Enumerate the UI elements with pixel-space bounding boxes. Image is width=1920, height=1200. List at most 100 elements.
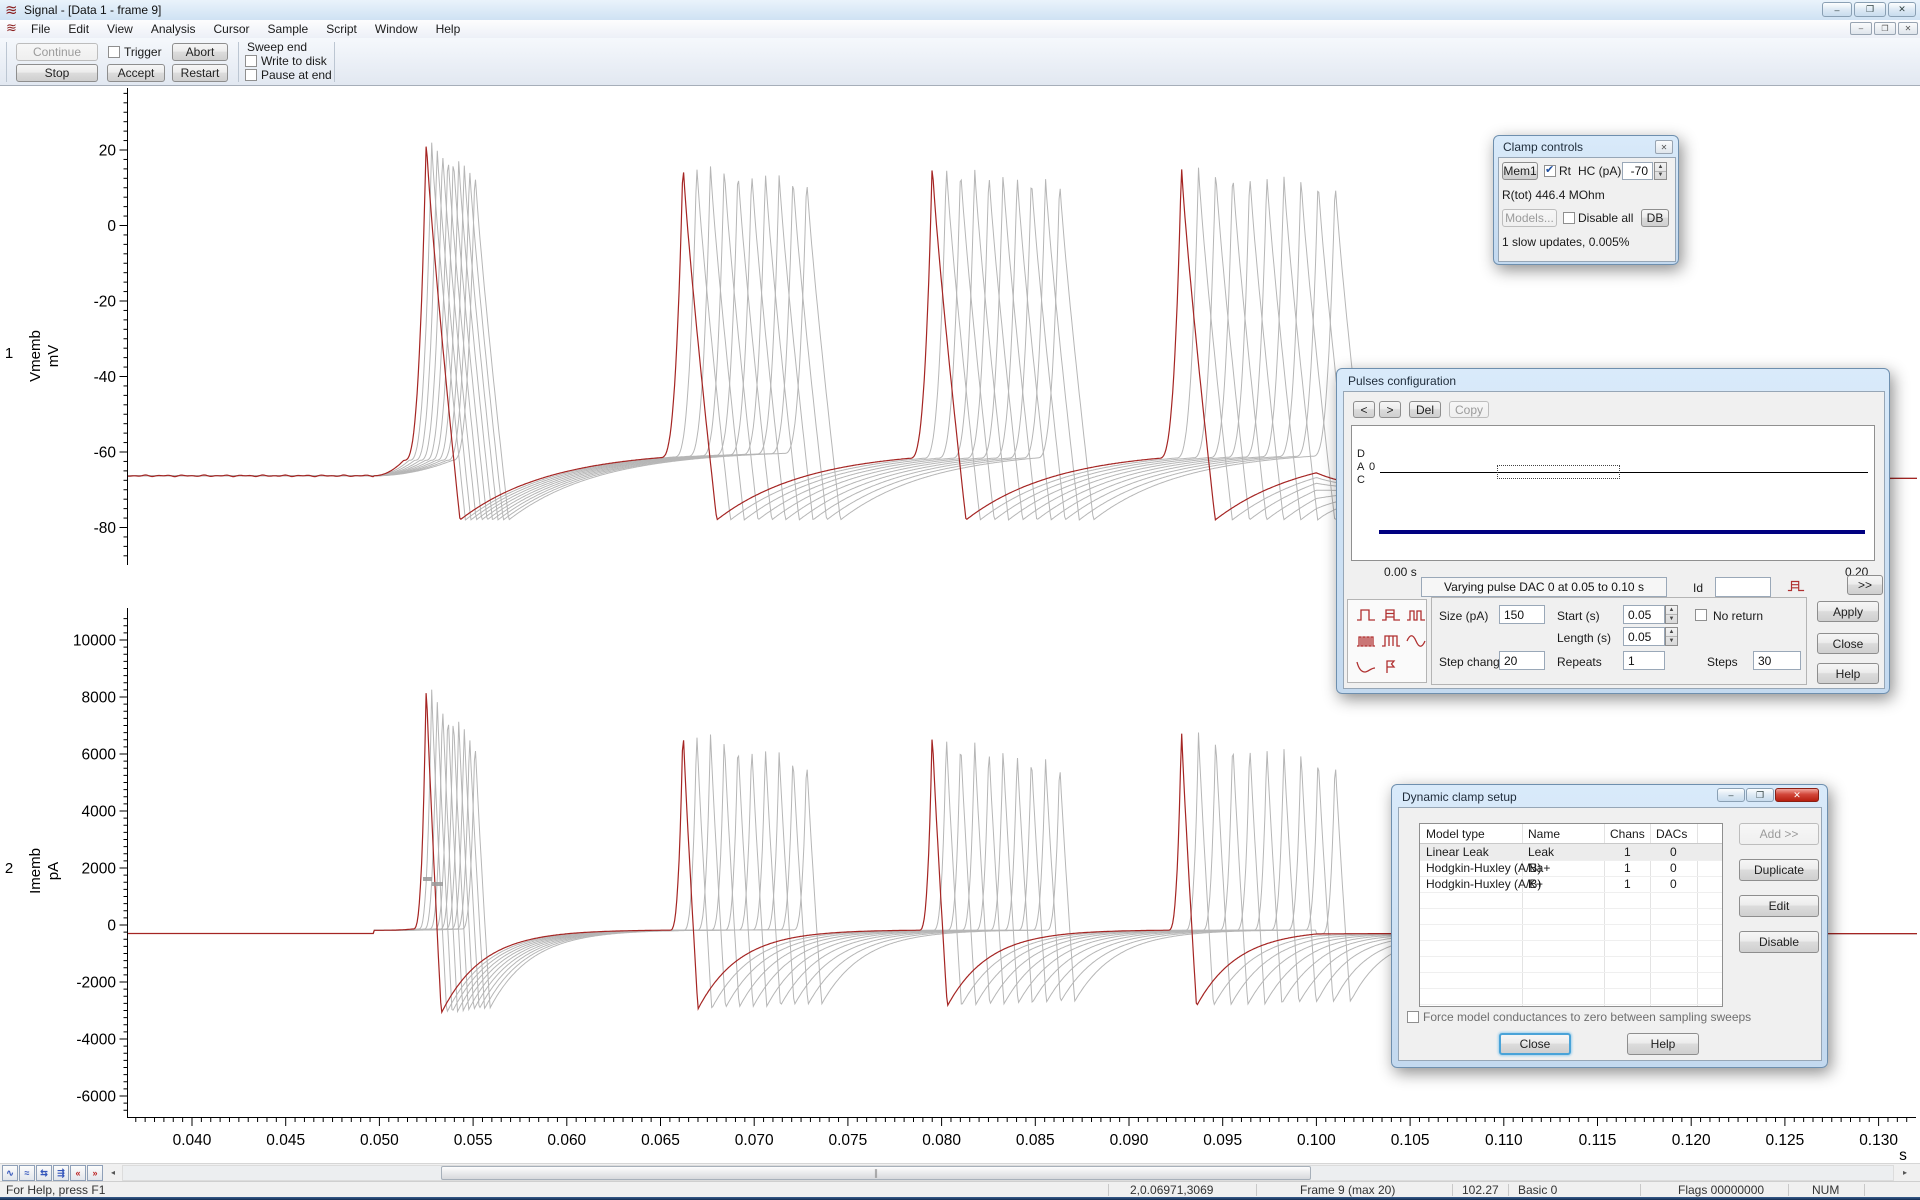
table-cell[interactable]: Leak: [1528, 845, 1554, 859]
dac-waveform-view[interactable]: D A C 0: [1351, 425, 1875, 561]
models-button[interactable]: Models...: [1502, 209, 1557, 227]
spin-up-icon[interactable]: ▲: [1666, 628, 1677, 637]
dac-letter: C: [1357, 474, 1365, 486]
table-cell[interactable]: 1: [1624, 861, 1631, 875]
pulse-id-input[interactable]: [1715, 577, 1771, 597]
table-cell[interactable]: 1: [1624, 877, 1631, 891]
row-gridline: [1420, 1004, 1723, 1005]
scroll-right-button[interactable]: ▸: [1898, 1165, 1912, 1180]
size-input[interactable]: 150: [1499, 605, 1545, 624]
x-scrollbar-thumb[interactable]: ∥: [441, 1166, 1311, 1180]
overdraw-frames-button[interactable]: ≈: [19, 1165, 35, 1181]
axis-tick-label: 0: [107, 218, 116, 235]
channel-label: Imemb: [27, 848, 44, 894]
dynamic-close-dialog-button[interactable]: Close: [1499, 1033, 1571, 1055]
table-cell[interactable]: 0: [1670, 845, 1677, 859]
pulses-close-button[interactable]: Close: [1817, 633, 1879, 654]
axis-tick-label: 0.095: [1203, 1132, 1242, 1149]
start-spinner[interactable]: ▲▼: [1665, 605, 1678, 624]
pulse-next-button[interactable]: >: [1379, 401, 1401, 418]
clamp-close-button[interactable]: ✕: [1655, 140, 1673, 154]
close-icon: ✕: [1793, 790, 1801, 801]
repeats-input[interactable]: 1: [1623, 651, 1665, 670]
table-cell[interactable]: 0: [1670, 877, 1677, 891]
column-header-name: Name: [1528, 827, 1560, 841]
dynamic-restore-button[interactable]: ❐: [1746, 788, 1774, 802]
frame-options-button[interactable]: ⇶: [53, 1165, 69, 1181]
holding-current-field[interactable]: -70: [1622, 162, 1653, 180]
force-zero-checkbox[interactable]: [1407, 1011, 1419, 1023]
mem1-button[interactable]: Mem1: [1502, 162, 1538, 180]
step-change-input[interactable]: 20: [1499, 651, 1545, 670]
next-frame-button[interactable]: »: [87, 1165, 103, 1181]
double-pulse-icon[interactable]: [1406, 607, 1426, 623]
selected-pulse-outline[interactable]: [1497, 465, 1620, 479]
edit-model-button[interactable]: Edit: [1739, 895, 1819, 917]
axis-tick-label: s: [1899, 1147, 1907, 1164]
restore-icon: ❐: [1756, 790, 1764, 801]
no-return-checkbox[interactable]: [1695, 609, 1707, 621]
db-button[interactable]: DB: [1641, 209, 1669, 227]
length-input[interactable]: 0.05: [1623, 627, 1665, 646]
sine-wave-icon[interactable]: [1406, 633, 1426, 649]
axis-tick-label: -4000: [76, 1032, 116, 1049]
start-input[interactable]: 0.05: [1623, 605, 1665, 624]
varying-amplitude-pulse-icon[interactable]: [1381, 607, 1401, 623]
add-model-button[interactable]: Add >>: [1739, 823, 1819, 845]
axis-tick-label: 0.110: [1485, 1132, 1523, 1149]
disable-all-checkbox[interactable]: [1563, 212, 1575, 224]
spin-up-icon[interactable]: ▲: [1655, 163, 1666, 172]
dynamic-close-button[interactable]: ✕: [1775, 788, 1819, 802]
length-spinner[interactable]: ▲▼: [1665, 627, 1678, 646]
rt-checkbox[interactable]: [1544, 165, 1556, 177]
disable-all-label: Disable all: [1578, 211, 1633, 225]
model-table[interactable]: Model typeNameChansDACsLinear LeakLeak10…: [1419, 823, 1723, 1007]
pulses-help-button[interactable]: Help: [1817, 663, 1879, 684]
dynamic-help-button[interactable]: Help: [1627, 1033, 1699, 1055]
holding-current-spinner[interactable]: ▲▼: [1654, 162, 1667, 180]
spin-up-icon[interactable]: ▲: [1666, 606, 1677, 615]
pulse-prev-button[interactable]: <: [1353, 401, 1375, 418]
status-flags: Flags 00000000: [1678, 1183, 1764, 1197]
table-cell[interactable]: Hodgkin-Huxley (A/B): [1426, 877, 1541, 891]
dynamic-clamp-dialog[interactable]: Dynamic clamp setup – ❐ ✕ Model typeName…: [1391, 784, 1828, 1068]
pulse-train-icon[interactable]: [1356, 633, 1376, 649]
expand-button[interactable]: >>: [1847, 575, 1883, 595]
signal-app-window: { "window": { "title": "Signal - [Data 1…: [0, 0, 1920, 1200]
pulse-id-label: Id: [1693, 581, 1703, 595]
table-cell[interactable]: 0: [1670, 861, 1677, 875]
decay-pulse-icon[interactable]: [1356, 659, 1376, 675]
scroll-left-button[interactable]: ◂: [106, 1165, 120, 1180]
previous-frame-button[interactable]: «: [70, 1165, 86, 1181]
axis-tick-label: 4000: [82, 804, 117, 821]
column-header-chans: Chans: [1610, 827, 1645, 841]
row-gridline: [1420, 940, 1723, 941]
pulse-copy-button[interactable]: Copy: [1449, 401, 1489, 418]
steps-input[interactable]: 30: [1753, 651, 1801, 670]
size-label: Size (pA): [1439, 609, 1488, 623]
apply-button[interactable]: Apply: [1817, 601, 1879, 622]
spin-down-icon[interactable]: ▼: [1666, 615, 1677, 623]
channel-label: mV: [45, 345, 62, 368]
table-cell[interactable]: Hodgkin-Huxley (A/B): [1426, 861, 1541, 875]
disable-model-button[interactable]: Disable: [1739, 931, 1819, 953]
spin-down-icon[interactable]: ▼: [1666, 637, 1677, 645]
clamp-controls-dialog[interactable]: Clamp controls ✕ Mem1 Rt HC (pA) -70 ▲▼ …: [1493, 135, 1679, 265]
varying-duration-pulse-icon[interactable]: [1381, 633, 1401, 649]
exchange-frames-button[interactable]: ⇆: [36, 1165, 52, 1181]
pulses-configuration-dialog[interactable]: Pulses configuration < > Del Copy D A C …: [1336, 368, 1890, 694]
marker-icon[interactable]: [1381, 659, 1401, 675]
channel-label: 2: [5, 860, 13, 877]
pulse-delete-button[interactable]: Del: [1409, 401, 1441, 418]
square-pulse-icon[interactable]: [1356, 607, 1376, 623]
table-cell[interactable]: Na+: [1528, 861, 1550, 875]
dynamic-minimize-button[interactable]: –: [1717, 788, 1745, 802]
table-cell[interactable]: Linear Leak: [1426, 845, 1489, 859]
spin-down-icon[interactable]: ▼: [1655, 172, 1666, 180]
duplicate-model-button[interactable]: Duplicate: [1739, 859, 1819, 881]
table-cell[interactable]: 1: [1624, 845, 1631, 859]
trace-pointer-button[interactable]: ∿: [2, 1165, 18, 1181]
table-cell[interactable]: K+: [1528, 877, 1543, 891]
sweep-duration-bar: [1379, 530, 1865, 534]
x-scrollbar-track[interactable]: ∥: [122, 1165, 1894, 1181]
